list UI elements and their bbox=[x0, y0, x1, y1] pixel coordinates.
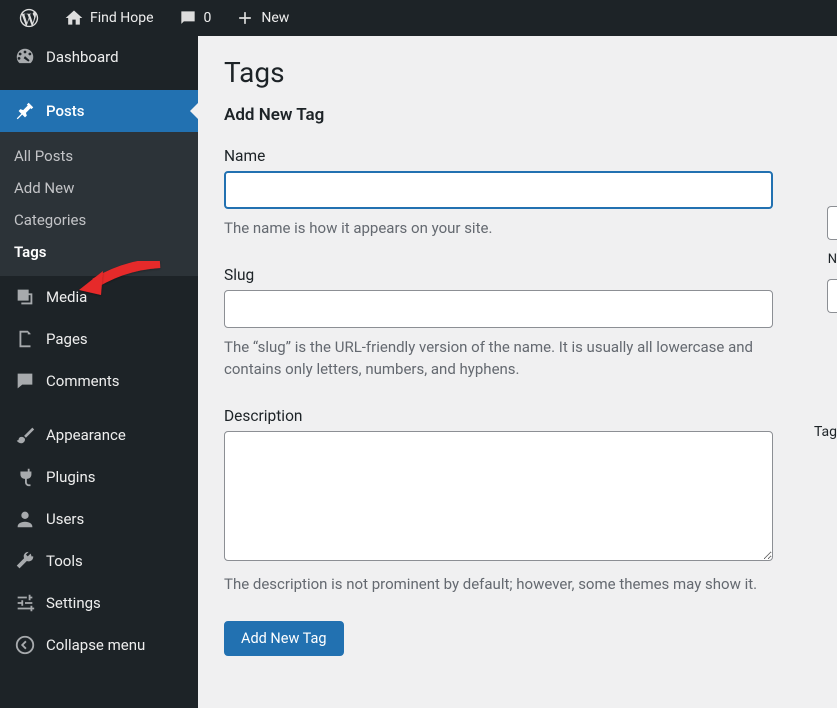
menu-dashboard-label: Dashboard bbox=[46, 48, 119, 66]
name-label: Name bbox=[224, 147, 811, 165]
submenu-posts: All Posts Add New Categories Tags bbox=[0, 132, 198, 276]
collapse-icon bbox=[14, 634, 36, 656]
side-box-1[interactable] bbox=[827, 206, 837, 240]
sub-categories[interactable]: Categories bbox=[0, 204, 198, 236]
side-box-2[interactable] bbox=[827, 279, 837, 313]
menu-tools[interactable]: Tools bbox=[0, 540, 198, 582]
comments-count: 0 bbox=[204, 10, 212, 26]
menu-plugins-label: Plugins bbox=[46, 468, 95, 486]
sub-tags[interactable]: Tags bbox=[0, 236, 198, 268]
page-icon bbox=[14, 328, 36, 350]
comments-icon bbox=[14, 370, 36, 392]
menu-pages[interactable]: Pages bbox=[0, 318, 198, 360]
new-link[interactable]: New bbox=[227, 0, 297, 36]
menu-users-label: Users bbox=[46, 510, 84, 528]
slug-desc: The “slug” is the URL-friendly version o… bbox=[224, 336, 779, 381]
menu-tools-label: Tools bbox=[46, 552, 83, 570]
menu-posts-label: Posts bbox=[46, 102, 84, 120]
side-tag-label: Tag bbox=[814, 424, 837, 440]
wordpress-icon bbox=[18, 7, 40, 29]
menu-plugins[interactable]: Plugins bbox=[0, 456, 198, 498]
menu-comments[interactable]: Comments bbox=[0, 360, 198, 402]
wordpress-logo[interactable] bbox=[10, 0, 48, 36]
add-new-tag-button[interactable]: Add New Tag bbox=[224, 621, 344, 656]
menu-dashboard[interactable]: Dashboard bbox=[0, 36, 198, 78]
separator bbox=[0, 402, 198, 414]
description-label: Description bbox=[224, 407, 811, 425]
menu-pages-label: Pages bbox=[46, 330, 88, 348]
admin-bar: Find Hope 0 New bbox=[0, 0, 837, 36]
side-n-label: N bbox=[827, 250, 837, 269]
brush-icon bbox=[14, 424, 36, 446]
plugin-icon bbox=[14, 466, 36, 488]
sub-all-posts[interactable]: All Posts bbox=[0, 140, 198, 172]
media-icon bbox=[14, 286, 36, 308]
plus-icon bbox=[235, 8, 255, 28]
site-link[interactable]: Find Hope bbox=[56, 0, 162, 36]
menu-appearance[interactable]: Appearance bbox=[0, 414, 198, 456]
main-content: Tags Add New Tag Name The name is how it… bbox=[198, 36, 837, 708]
menu-settings[interactable]: Settings bbox=[0, 582, 198, 624]
menu-users[interactable]: Users bbox=[0, 498, 198, 540]
separator bbox=[0, 78, 198, 90]
menu-media[interactable]: Media bbox=[0, 276, 198, 318]
pin-icon bbox=[14, 100, 36, 122]
comments-link[interactable]: 0 bbox=[170, 0, 220, 36]
sliders-icon bbox=[14, 592, 36, 614]
field-slug: Slug The “slug” is the URL-friendly vers… bbox=[224, 266, 811, 381]
menu-posts[interactable]: Posts bbox=[0, 90, 198, 132]
slug-input[interactable] bbox=[224, 290, 773, 328]
side-panel-cut: N bbox=[827, 206, 837, 313]
menu-collapse[interactable]: Collapse menu bbox=[0, 624, 198, 666]
menu-appearance-label: Appearance bbox=[46, 426, 126, 444]
menu-settings-label: Settings bbox=[46, 594, 101, 612]
description-desc: The description is not prominent by defa… bbox=[224, 573, 779, 596]
comment-icon bbox=[178, 8, 198, 28]
user-icon bbox=[14, 508, 36, 530]
name-input[interactable] bbox=[224, 171, 773, 209]
site-name: Find Hope bbox=[90, 10, 154, 26]
wrench-icon bbox=[14, 550, 36, 572]
page-title: Tags bbox=[224, 56, 811, 89]
slug-label: Slug bbox=[224, 266, 811, 284]
menu-media-label: Media bbox=[46, 288, 87, 306]
field-description: Description The description is not promi… bbox=[224, 407, 811, 596]
admin-sidebar: Dashboard Posts All Posts Add New Catego… bbox=[0, 36, 198, 708]
menu-comments-label: Comments bbox=[46, 372, 120, 390]
name-desc: The name is how it appears on your site. bbox=[224, 217, 779, 240]
new-label: New bbox=[261, 10, 289, 26]
description-textarea[interactable] bbox=[224, 431, 773, 561]
form-heading: Add New Tag bbox=[224, 105, 811, 125]
menu-collapse-label: Collapse menu bbox=[46, 636, 145, 654]
gauge-icon bbox=[14, 46, 36, 68]
sub-add-new[interactable]: Add New bbox=[0, 172, 198, 204]
field-name: Name The name is how it appears on your … bbox=[224, 147, 811, 240]
home-icon bbox=[64, 8, 84, 28]
